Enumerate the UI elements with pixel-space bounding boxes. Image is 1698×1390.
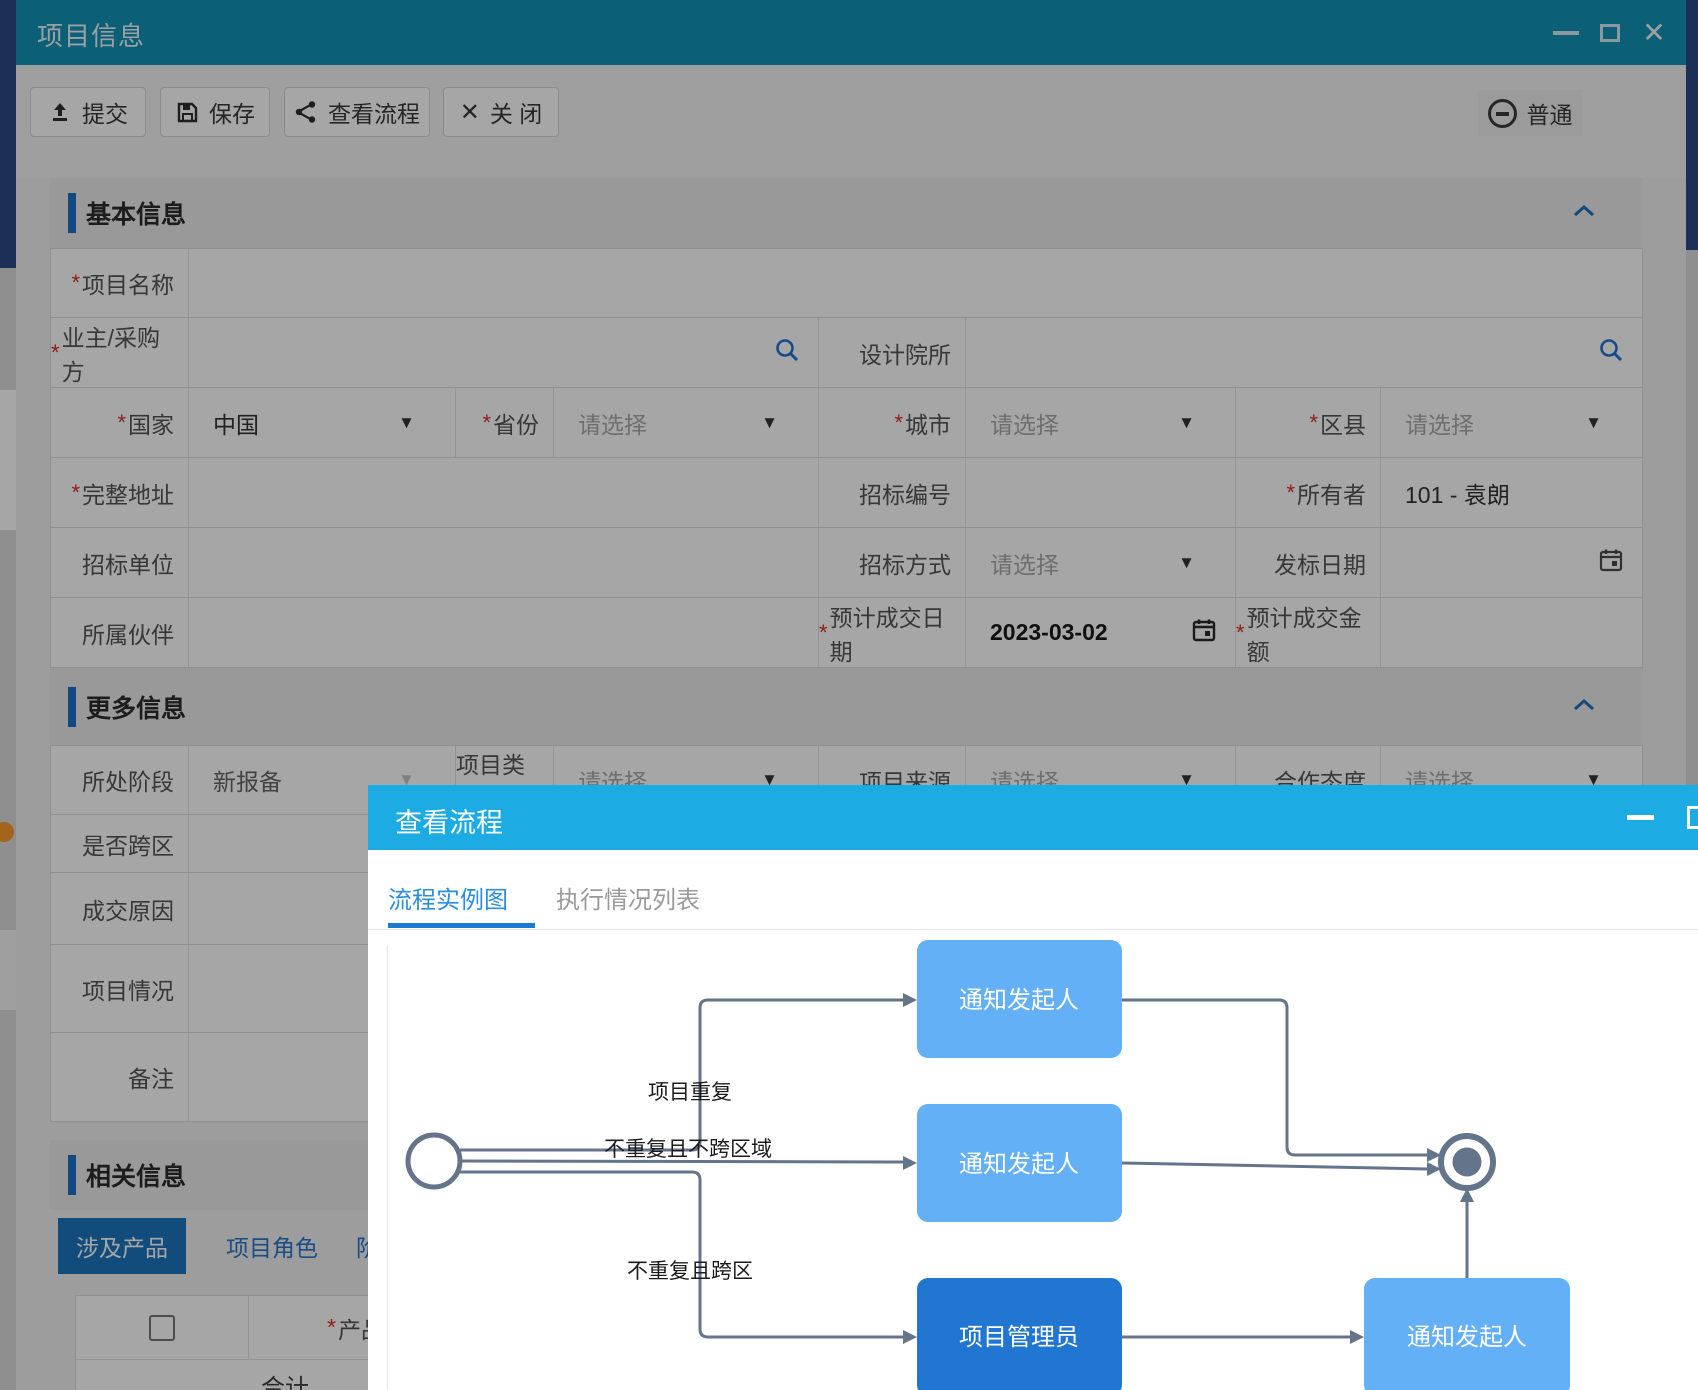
tab-execution-status-list[interactable]: 执行情况列表 <box>556 880 700 915</box>
view-process-modal: 查看流程 流程实例图 执行情况列表 <box>368 785 1698 1390</box>
end-event-node <box>1441 1136 1493 1188</box>
minimize-icon <box>1627 815 1654 820</box>
edge-notify-top-to-end <box>1122 1000 1427 1155</box>
node-label: 通知发起人 <box>959 987 1079 1014</box>
start-event-node <box>408 1135 460 1187</box>
screen: { "glyphs": { "caret": "▼", "required": … <box>0 0 1698 1390</box>
arrowhead <box>903 1330 917 1344</box>
edge-not-duplicate-same-region <box>460 1161 903 1162</box>
branch-label-duplicate: 项目重复 <box>648 1081 732 1104</box>
arrowhead <box>903 993 917 1007</box>
branch-label-not-duplicate-cross-region: 不重复且跨区 <box>627 1260 753 1283</box>
branch-label-not-duplicate-same-region: 不重复且不跨区域 <box>604 1138 772 1161</box>
node-label: 项目管理员 <box>959 1324 1079 1351</box>
arrowhead <box>1350 1330 1364 1344</box>
edge-duplicate <box>460 1000 903 1150</box>
branch-labels: 项目重复 不重复且不跨区域 不重复且跨区 <box>604 1081 772 1283</box>
task-node-notify-mid: 通知发起人 <box>917 1104 1122 1222</box>
modal-tabs: 流程实例图 执行情况列表 <box>368 850 1698 930</box>
node-label: 通知发起人 <box>959 1151 1079 1178</box>
modal-minimize-button[interactable] <box>1620 785 1660 850</box>
modal-title: 查看流程 <box>395 801 503 840</box>
maximize-icon <box>1687 806 1698 829</box>
tab-process-instance-diagram[interactable]: 流程实例图 <box>388 880 508 915</box>
modal-maximize-button[interactable] <box>1678 785 1698 850</box>
modal-titlebar: 查看流程 <box>368 785 1698 850</box>
task-node-notify-top: 通知发起人 <box>917 940 1122 1058</box>
edge-notify-mid-to-end <box>1122 1163 1427 1169</box>
edge-not-duplicate-cross-region <box>460 1172 903 1337</box>
task-node-notify-bottom: 通知发起人 <box>1364 1278 1570 1390</box>
node-label: 通知发起人 <box>1407 1324 1527 1351</box>
task-node-project-admin: 项目管理员 <box>917 1278 1122 1390</box>
process-flow-diagram: 通知发起人 通知发起人 项目管理员 通知发起人 项目重复 不重复且不跨区域 <box>368 932 1698 1390</box>
arrowhead <box>903 1156 917 1170</box>
active-tab-underline <box>388 923 535 928</box>
